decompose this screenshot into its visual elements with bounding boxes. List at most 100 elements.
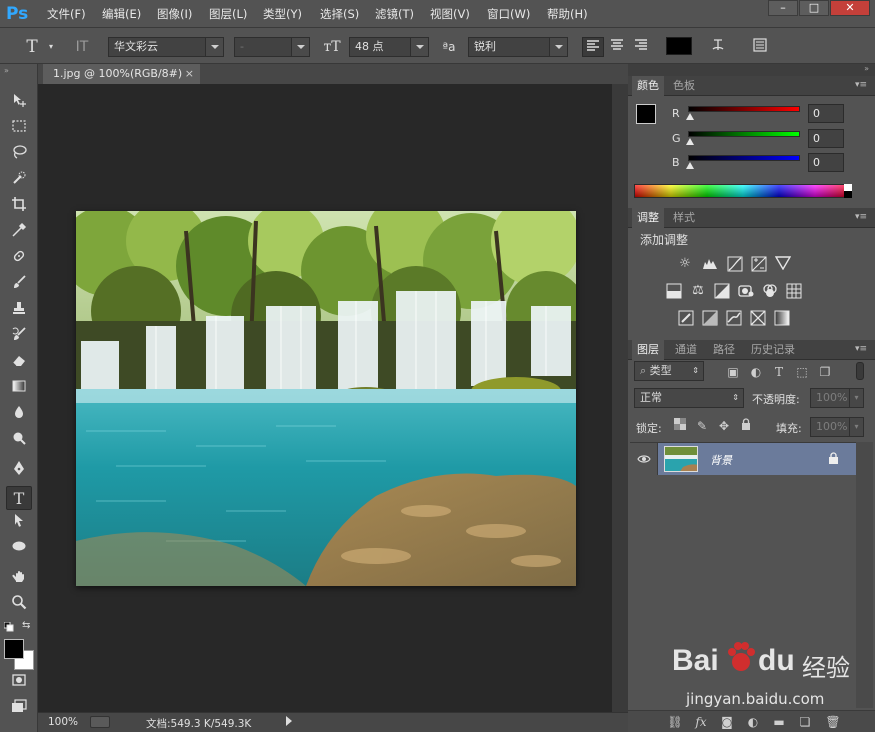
font-style-select[interactable]: - <box>234 37 310 57</box>
exposure-icon[interactable] <box>751 256 767 272</box>
new-adjustment-layer-icon[interactable]: ◐ <box>744 714 762 730</box>
filter-pixel-icon[interactable]: ▣ <box>725 364 741 380</box>
collapse-dock-icon[interactable]: » <box>864 64 869 73</box>
preset-dropdown-icon[interactable]: ▾ <box>46 37 56 57</box>
vibrance-icon[interactable] <box>774 256 792 272</box>
document-tab[interactable]: 1.jpg @ 100%(RGB/8#) × <box>43 64 200 84</box>
layer-row[interactable]: 背景 <box>630 443 856 475</box>
toggle-orientation-icon[interactable]: IT <box>70 37 94 57</box>
filter-type-icon[interactable]: T <box>771 364 787 380</box>
menu-image[interactable]: 图像(I) <box>157 6 192 22</box>
font-size-select[interactable]: 48 点 <box>349 37 429 57</box>
maximize-button[interactable]: □ <box>799 0 829 16</box>
filter-adjustment-icon[interactable]: ◐ <box>748 364 764 380</box>
menu-file[interactable]: 文件(F) <box>47 6 86 22</box>
quick-selection-tool-icon[interactable] <box>6 170 32 194</box>
text-tool-preset-icon[interactable]: T <box>20 37 44 57</box>
curves-icon[interactable] <box>727 256 743 272</box>
blue-value-field[interactable]: 0 <box>808 153 844 172</box>
document-image[interactable] <box>76 211 576 586</box>
align-center-icon[interactable] <box>606 37 628 57</box>
tab-adjustments[interactable]: 调整 <box>632 208 664 228</box>
menu-type[interactable]: 类型(Y) <box>263 6 302 22</box>
screen-mode-icon[interactable] <box>6 698 32 722</box>
green-slider-thumb[interactable] <box>686 138 694 145</box>
clone-stamp-tool-icon[interactable] <box>6 300 32 324</box>
crop-tool-icon[interactable] <box>6 196 32 220</box>
color-lookup-icon[interactable] <box>786 283 802 299</box>
move-tool-icon[interactable] <box>6 92 32 116</box>
opacity-field[interactable]: 100% ▾ <box>810 388 864 408</box>
threshold-icon[interactable] <box>726 310 742 326</box>
character-panel-icon[interactable] <box>748 37 772 57</box>
add-mask-icon[interactable]: ◙ <box>718 714 736 730</box>
status-menu-arrow-icon[interactable] <box>286 716 292 726</box>
menu-filter[interactable]: 滤镜(T) <box>375 6 414 22</box>
black-white-icon[interactable] <box>714 283 730 299</box>
tab-history[interactable]: 历史记录 <box>746 340 800 360</box>
ramp-white-chip[interactable] <box>844 184 852 191</box>
text-color-swatch[interactable] <box>666 37 692 55</box>
layer-visibility-toggle[interactable] <box>630 443 658 475</box>
align-left-icon[interactable] <box>582 37 604 57</box>
link-layers-icon[interactable]: ⛓ <box>666 714 684 730</box>
hue-saturation-icon[interactable] <box>666 283 682 299</box>
menu-help[interactable]: 帮助(H) <box>547 6 588 22</box>
history-brush-tool-icon[interactable] <box>6 326 32 350</box>
blue-slider[interactable] <box>688 155 800 161</box>
collapse-tools-icon[interactable]: » <box>4 66 9 75</box>
red-value-field[interactable]: 0 <box>808 104 844 123</box>
panel-menu-icon[interactable]: ▾≡ <box>855 80 869 90</box>
minimize-button[interactable]: – <box>768 0 798 16</box>
lock-all-icon[interactable] <box>738 418 754 434</box>
warp-text-icon[interactable] <box>706 37 730 57</box>
antialias-select[interactable]: 锐利 <box>468 37 568 57</box>
posterize-icon[interactable] <box>702 310 718 326</box>
tab-swatches[interactable]: 色板 <box>668 76 700 96</box>
red-slider[interactable] <box>688 106 800 112</box>
panel-menu-icon[interactable]: ▾≡ <box>855 212 869 222</box>
foreground-color-swatch[interactable] <box>4 639 24 659</box>
quick-mask-icon[interactable] <box>6 672 32 696</box>
close-tab-icon[interactable]: × <box>185 64 194 84</box>
marquee-tool-icon[interactable] <box>6 118 32 142</box>
tab-paths[interactable]: 路径 <box>708 340 740 360</box>
dodge-tool-icon[interactable] <box>6 430 32 454</box>
red-slider-thumb[interactable] <box>686 113 694 120</box>
close-window-button[interactable]: ✕ <box>830 0 870 16</box>
panel-menu-icon[interactable]: ▾≡ <box>855 344 869 354</box>
fill-field[interactable]: 100% ▾ <box>810 417 864 437</box>
menu-select[interactable]: 选择(S) <box>320 6 359 22</box>
tab-layers[interactable]: 图层 <box>632 340 664 360</box>
filter-shape-icon[interactable]: ⬚ <box>794 364 810 380</box>
path-selection-tool-icon[interactable] <box>6 512 32 536</box>
gradient-map-icon[interactable] <box>774 310 790 326</box>
blend-mode-select[interactable]: 正常 ⇕ <box>634 388 744 408</box>
menu-edit[interactable]: 编辑(E) <box>102 6 141 22</box>
green-value-field[interactable]: 0 <box>808 129 844 148</box>
tab-styles[interactable]: 样式 <box>668 208 700 228</box>
proof-icon[interactable] <box>90 716 110 728</box>
delete-layer-icon[interactable]: 🗑 <box>824 714 842 730</box>
lock-transparent-icon[interactable] <box>672 418 688 434</box>
font-family-select[interactable]: 华文彩云 <box>108 37 224 57</box>
levels-icon[interactable] <box>702 256 718 272</box>
pen-tool-icon[interactable] <box>6 460 32 484</box>
new-group-icon[interactable]: ▬ <box>770 714 788 730</box>
hand-tool-icon[interactable] <box>6 568 32 592</box>
menu-layer[interactable]: 图层(L) <box>209 6 247 22</box>
lock-pixels-icon[interactable]: ✎ <box>694 418 710 434</box>
ellipse-tool-icon[interactable] <box>6 538 32 562</box>
type-tool-icon[interactable]: T <box>6 486 32 510</box>
lock-position-icon[interactable]: ✥ <box>716 418 732 434</box>
canvas-scrollbar[interactable] <box>612 84 628 712</box>
filter-smart-object-icon[interactable]: ❐ <box>817 364 833 380</box>
zoom-level[interactable]: 100% <box>48 716 78 728</box>
channel-mixer-icon[interactable] <box>762 283 778 299</box>
gradient-tool-icon[interactable] <box>6 378 32 402</box>
menu-view[interactable]: 视图(V) <box>430 6 470 22</box>
filter-toggle[interactable] <box>856 362 864 380</box>
healing-brush-tool-icon[interactable] <box>6 248 32 272</box>
swap-colors-icon[interactable]: ⇆ <box>22 620 30 631</box>
layer-filter-select[interactable]: ⌕ 类型 ⇕ <box>634 361 704 381</box>
